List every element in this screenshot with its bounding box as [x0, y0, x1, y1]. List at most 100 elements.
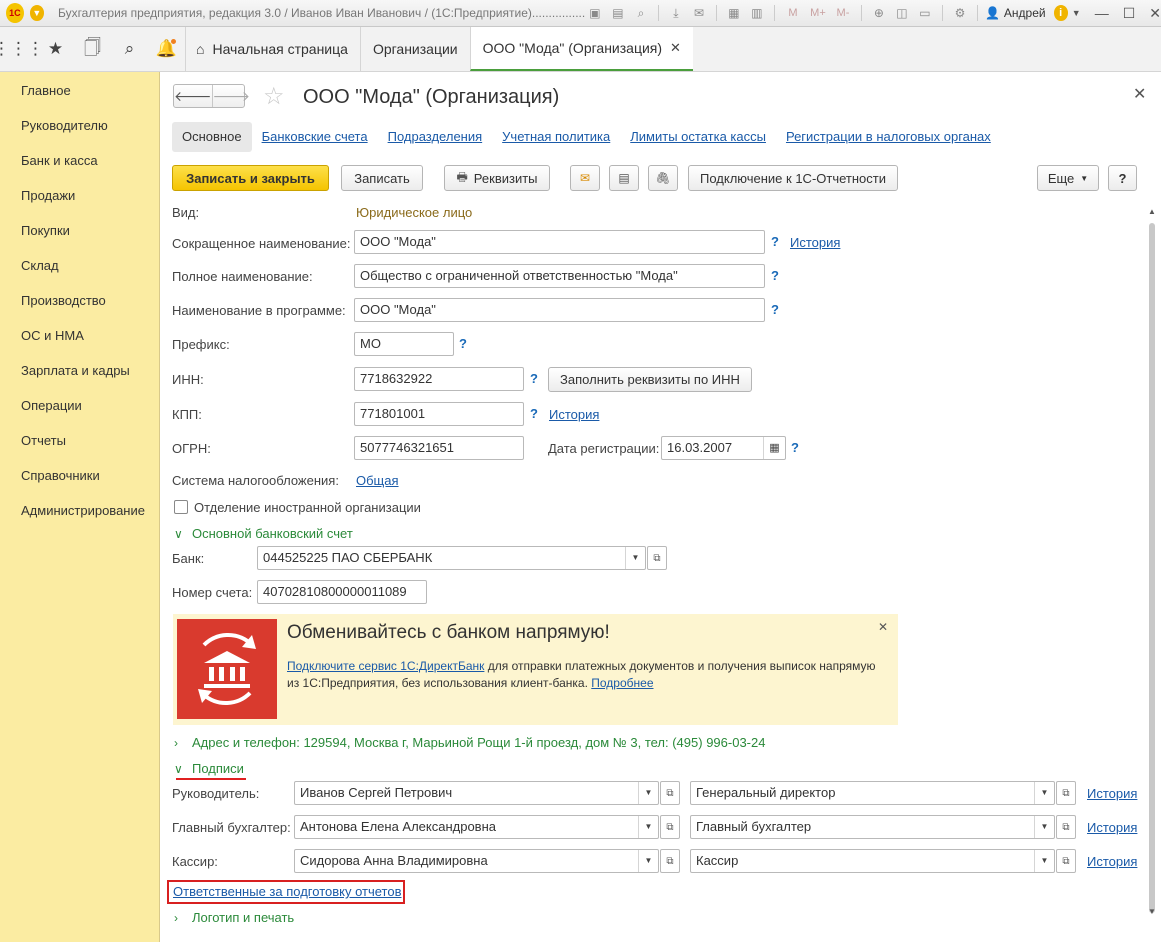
vertical-scrollbar[interactable]: ▲ ▼	[1146, 207, 1158, 927]
calendar-picker-icon[interactable]: ▦	[763, 437, 785, 459]
sidebar-item-fixed-assets[interactable]: ОС и НМА	[0, 318, 159, 353]
inn-input[interactable]: 7718632922	[354, 367, 524, 391]
connect-directbank-link[interactable]: Подключите сервис 1С:ДиректБанк	[287, 659, 484, 673]
link-send-icon[interactable]: ✉	[690, 4, 708, 22]
banner-close-icon[interactable]: ✕	[878, 620, 888, 634]
memory-plus-button[interactable]: M+	[808, 7, 828, 19]
address-group-header[interactable]: › Адрес и телефон: 129594, Москва г, Мар…	[174, 735, 765, 750]
subtab-bank-accounts[interactable]: Банковские счета	[252, 122, 378, 152]
signature-position-select[interactable]: Главный бухгалтер ▼	[690, 815, 1055, 839]
save-icon[interactable]: ▣	[586, 4, 604, 22]
scroll-down-icon[interactable]: ▼	[1146, 907, 1158, 916]
dropdown-arrow-icon[interactable]: ▼	[1034, 782, 1054, 804]
favorite-star-icon[interactable]: ☆	[263, 82, 285, 111]
open-position-button[interactable]: ⧉	[1056, 849, 1076, 873]
signature-person-select[interactable]: Иванов Сергей Петрович ▼	[294, 781, 659, 805]
open-person-button[interactable]: ⧉	[660, 781, 680, 805]
memory-m-button[interactable]: M	[783, 7, 803, 19]
signature-position-select[interactable]: Кассир ▼	[690, 849, 1055, 873]
attachments-button[interactable]: 🖇	[648, 165, 678, 191]
history-icon[interactable]: 🗍	[74, 27, 111, 71]
subtab-departments[interactable]: Подразделения	[378, 122, 493, 152]
subtab-main[interactable]: Основное	[172, 122, 252, 152]
dropdown-arrow-icon[interactable]: ▼	[625, 547, 645, 569]
info-dropdown-icon[interactable]: ▼	[1072, 8, 1081, 18]
dropdown-arrow-icon[interactable]: ▼	[1034, 816, 1054, 838]
save-and-close-button[interactable]: Записать и закрыть	[172, 165, 329, 191]
tab-home[interactable]: ⌂ Начальная страница	[185, 27, 360, 71]
sidebar-item-administration[interactable]: Администрирование	[0, 493, 159, 528]
tax-system-link[interactable]: Общая	[356, 473, 399, 488]
sidebar-item-sales[interactable]: Продажи	[0, 178, 159, 213]
save-button[interactable]: Записать	[341, 165, 423, 191]
dropdown-arrow-icon[interactable]: ▼	[638, 816, 658, 838]
zoom-icon[interactable]: ⊕	[870, 4, 888, 22]
subtab-cash-limits[interactable]: Лимиты остатка кассы	[620, 122, 776, 152]
bank-select[interactable]: 044525225 ПАО СБЕРБАНК ▼	[257, 546, 646, 570]
search-icon[interactable]: ⌕	[111, 27, 148, 71]
open-position-button[interactable]: ⧉	[1056, 781, 1076, 805]
banner-more-link[interactable]: Подробнее	[591, 676, 653, 690]
tab-organizations[interactable]: Организации	[359, 27, 470, 71]
open-person-button[interactable]: ⧉	[660, 815, 680, 839]
forward-arrow-icon[interactable]: 🡒	[213, 85, 251, 107]
preview-icon[interactable]: ⌕	[632, 4, 650, 22]
reg-date-input[interactable]: 16.03.2007 ▦	[661, 436, 786, 460]
scroll-thumb[interactable]	[1149, 223, 1155, 913]
help-question-icon[interactable]: ?	[530, 406, 538, 421]
signature-person-select[interactable]: Сидорова Анна Владимировна ▼	[294, 849, 659, 873]
help-button[interactable]: ?	[1108, 165, 1137, 191]
email-button[interactable]: ✉	[570, 165, 600, 191]
responsible-persons-link[interactable]: Ответственные за подготовку отчетов	[173, 884, 402, 899]
signatures-group-header[interactable]: ∨ Подписи	[174, 761, 244, 776]
prefix-input[interactable]: МО	[354, 332, 454, 356]
close-form-icon[interactable]: ✕	[1133, 84, 1146, 104]
signature-history-link[interactable]: История	[1087, 854, 1137, 869]
link-get-icon[interactable]: ⤓	[667, 4, 685, 22]
window-icon[interactable]: ▭	[916, 4, 934, 22]
short-name-history-link[interactable]: История	[790, 235, 840, 250]
account-number-input[interactable]: 40702810800000011089	[257, 580, 427, 604]
subtab-accounting-policy[interactable]: Учетная политика	[492, 122, 620, 152]
program-name-input[interactable]: ООО "Мода"	[354, 298, 765, 322]
help-question-icon[interactable]: ?	[530, 371, 538, 386]
user-menu[interactable]: 👤 Андрей	[985, 6, 1046, 20]
foreign-branch-checkbox[interactable]	[174, 500, 188, 514]
layout-icon[interactable]: ◫	[893, 4, 911, 22]
tab-organization-moda[interactable]: ООО "Мода" (Организация) ✕	[469, 27, 693, 71]
kpp-input[interactable]: 771801001	[354, 402, 524, 426]
full-name-input[interactable]: Общество с ограниченной ответственностью…	[354, 264, 765, 288]
signature-history-link[interactable]: История	[1087, 820, 1137, 835]
report-button[interactable]: ▤	[609, 165, 639, 191]
1c-logo-icon[interactable]: 1С	[6, 3, 24, 23]
info-icon[interactable]: i	[1053, 5, 1068, 21]
print-icon[interactable]: ▤	[609, 4, 627, 22]
sidebar-item-operations[interactable]: Операции	[0, 388, 159, 423]
sidebar-item-reports[interactable]: Отчеты	[0, 423, 159, 458]
dropdown-arrow-icon[interactable]: ▼	[638, 782, 658, 804]
subtab-tax-registrations[interactable]: Регистрации в налоговых органах	[776, 122, 1001, 152]
settings-icon[interactable]: ⚙	[951, 4, 969, 22]
sidebar-item-production[interactable]: Производство	[0, 283, 159, 318]
sidebar-item-purchases[interactable]: Покупки	[0, 213, 159, 248]
signature-position-select[interactable]: Генеральный директор ▼	[690, 781, 1055, 805]
open-position-button[interactable]: ⧉	[1056, 815, 1076, 839]
details-button[interactable]: 🖶 Реквизиты	[444, 165, 550, 191]
signature-person-select[interactable]: Антонова Елена Александровна ▼	[294, 815, 659, 839]
maximize-icon[interactable]: ☐	[1123, 5, 1136, 22]
help-question-icon[interactable]: ?	[791, 440, 799, 455]
help-question-icon[interactable]: ?	[771, 302, 779, 317]
close-tab-icon[interactable]: ✕	[670, 40, 681, 56]
fill-by-inn-button[interactable]: Заполнить реквизиты по ИНН	[548, 367, 752, 392]
minimize-icon[interactable]: —	[1095, 5, 1109, 21]
back-arrow-icon[interactable]: 🡐	[174, 85, 213, 107]
sidebar-item-manager[interactable]: Руководителю	[0, 108, 159, 143]
help-question-icon[interactable]: ?	[771, 234, 779, 249]
signature-history-link[interactable]: История	[1087, 786, 1137, 801]
calculator-icon[interactable]: ▦	[725, 4, 743, 22]
dropdown-arrow-icon[interactable]: ▼	[638, 850, 658, 872]
dropdown-arrow-icon[interactable]: ▼	[1034, 850, 1054, 872]
sidebar-item-payroll[interactable]: Зарплата и кадры	[0, 353, 159, 388]
memory-minus-button[interactable]: M-	[833, 7, 853, 19]
scroll-up-icon[interactable]: ▲	[1146, 207, 1158, 216]
